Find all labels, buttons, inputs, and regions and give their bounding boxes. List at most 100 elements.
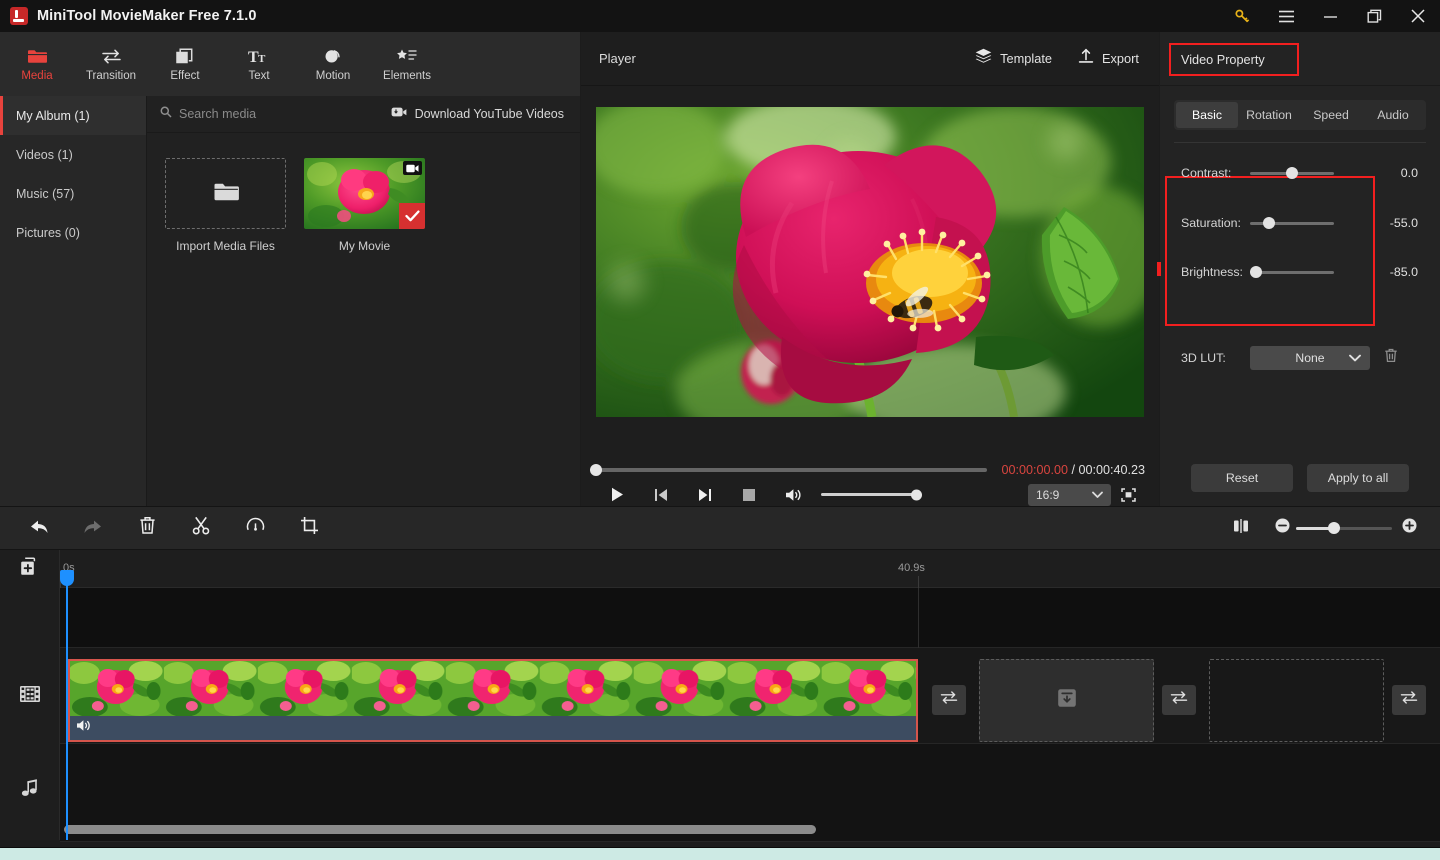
chevron-down-icon	[1092, 486, 1103, 504]
tab-rotation[interactable]: Rotation	[1238, 102, 1300, 128]
app-window: MiniTool MovieMaker Free 7.1.0	[0, 0, 1440, 860]
time-separator: /	[1071, 463, 1075, 477]
brightness-row: Brightness: -85.0	[1160, 262, 1440, 282]
ribbon-tab-media[interactable]: Media	[0, 32, 74, 96]
seek-handle[interactable]	[590, 464, 602, 476]
video-property-tab[interactable]: Video Property	[1169, 43, 1299, 76]
property-footer: Reset Apply to all	[1160, 464, 1440, 492]
ribbon-tab-motion[interactable]: Motion	[296, 32, 370, 96]
download-youtube-videos-button[interactable]: Download YouTube Videos	[391, 105, 564, 123]
add-media-button[interactable]	[0, 550, 59, 588]
audio-track-header[interactable]	[0, 744, 60, 836]
text-track-row[interactable]	[60, 588, 1440, 648]
property-header: Video Property	[1160, 32, 1440, 86]
ribbon-tab-effect[interactable]: Effect	[148, 32, 222, 96]
play-button[interactable]	[595, 483, 639, 506]
media-slot-empty[interactable]	[1209, 659, 1384, 742]
brightness-handle[interactable]	[1250, 266, 1262, 278]
previous-frame-button[interactable]	[639, 483, 683, 506]
lut-delete-button[interactable]	[1384, 348, 1398, 368]
media-cell-import: Import Media Files	[165, 158, 286, 253]
sidebar-item-my-album[interactable]: My Album (1)	[0, 96, 146, 135]
redo-button[interactable]	[66, 506, 120, 550]
transition-slot-1[interactable]	[932, 685, 966, 715]
sidebar-item-pictures[interactable]: Pictures (0)	[0, 213, 146, 252]
redo-arrow-icon	[82, 517, 104, 540]
elements-star-list-icon	[396, 46, 418, 66]
current-time: 00:00:00.00	[1001, 463, 1068, 477]
zoom-slider-handle[interactable]	[1328, 522, 1340, 534]
search-input[interactable]: Search media	[160, 105, 256, 123]
video-track-header[interactable]	[0, 648, 60, 744]
sidebar-item-music-label: Music (57)	[16, 187, 74, 201]
timeline-clip-my-movie[interactable]	[68, 659, 918, 742]
tab-audio[interactable]: Audio	[1362, 102, 1424, 128]
timecode: 00:00:00.00 / 00:00:40.23	[1001, 463, 1145, 477]
stop-button[interactable]	[727, 483, 771, 506]
title-bar: MiniTool MovieMaker Free 7.1.0	[0, 0, 1440, 32]
transition-slot-3[interactable]	[1392, 685, 1426, 715]
brightness-slider[interactable]	[1250, 271, 1334, 274]
film-strip-icon	[19, 684, 41, 709]
tab-basic[interactable]: Basic	[1176, 102, 1238, 128]
contrast-slider[interactable]	[1250, 172, 1334, 175]
sidebar-item-videos[interactable]: Videos (1)	[0, 135, 146, 174]
playhead-handle[interactable]	[60, 570, 74, 586]
ribbon-tab-text[interactable]: TT Text	[222, 32, 296, 96]
export-button[interactable]: Export	[1078, 48, 1139, 70]
zoom-in-button[interactable]	[1392, 506, 1426, 550]
media-library-sidebar: My Album (1) Videos (1) Music (57) Pictu…	[0, 96, 147, 506]
ribbon-tab-transition[interactable]: Transition	[74, 32, 148, 96]
volume-handle[interactable]	[911, 489, 922, 500]
undo-button[interactable]	[12, 506, 66, 550]
ribbon-tab-motion-label: Motion	[316, 70, 351, 82]
fullscreen-icon[interactable]	[1111, 484, 1145, 506]
media-panel: My Album (1) Videos (1) Music (57) Pictu…	[0, 96, 580, 506]
seek-slider[interactable]	[595, 468, 987, 472]
contrast-label: Contrast:	[1160, 166, 1250, 180]
volume-slider[interactable]	[821, 493, 917, 496]
video-track-row[interactable]	[60, 648, 1440, 744]
maximize-icon[interactable]	[1352, 0, 1396, 32]
folder-icon	[27, 46, 48, 66]
aspect-ratio-select[interactable]: 16:9	[1028, 484, 1111, 506]
transition-slot-2[interactable]	[1162, 685, 1196, 715]
crop-button[interactable]	[282, 506, 336, 550]
contrast-handle[interactable]	[1286, 167, 1298, 179]
volume-button[interactable]	[771, 483, 815, 506]
delete-button[interactable]	[120, 506, 174, 550]
split-view-icon	[1233, 518, 1249, 539]
import-media-files-button[interactable]	[165, 158, 286, 229]
lut-select[interactable]: None	[1250, 346, 1370, 370]
sidebar-item-music[interactable]: Music (57)	[0, 174, 146, 213]
speaker-icon[interactable]	[76, 719, 91, 737]
media-slot-filled[interactable]	[979, 659, 1154, 742]
ribbon-tab-elements[interactable]: Elements	[370, 32, 444, 96]
saturation-handle[interactable]	[1263, 217, 1275, 229]
clip-audio-strip	[70, 716, 916, 740]
minimize-icon[interactable]	[1308, 0, 1352, 32]
close-icon[interactable]	[1396, 0, 1440, 32]
video-preview[interactable]	[596, 107, 1144, 417]
speed-button[interactable]	[228, 506, 282, 550]
apply-to-all-button[interactable]: Apply to all	[1307, 464, 1409, 492]
timeline-horizontal-scrollbar[interactable]	[64, 825, 816, 834]
template-button[interactable]: Template	[975, 48, 1052, 69]
export-upload-icon	[1078, 48, 1094, 70]
timeline-ruler[interactable]: 0s 40.9s	[60, 550, 1440, 588]
saturation-slider[interactable]	[1250, 222, 1334, 225]
split-view-button[interactable]	[1214, 506, 1268, 550]
split-button[interactable]	[174, 506, 228, 550]
menu-icon[interactable]	[1264, 0, 1308, 32]
timeline-playhead[interactable]	[66, 570, 68, 840]
player-stage	[581, 87, 1159, 437]
zoom-out-button[interactable]	[1268, 506, 1296, 550]
property-divider	[1174, 142, 1426, 143]
reset-button[interactable]: Reset	[1191, 464, 1293, 492]
media-thumbnail-my-movie[interactable]	[304, 158, 425, 229]
next-frame-button[interactable]	[683, 483, 727, 506]
crop-icon	[300, 516, 319, 540]
key-icon[interactable]	[1220, 0, 1264, 32]
zoom-slider[interactable]	[1296, 527, 1392, 530]
tab-speed[interactable]: Speed	[1300, 102, 1362, 128]
